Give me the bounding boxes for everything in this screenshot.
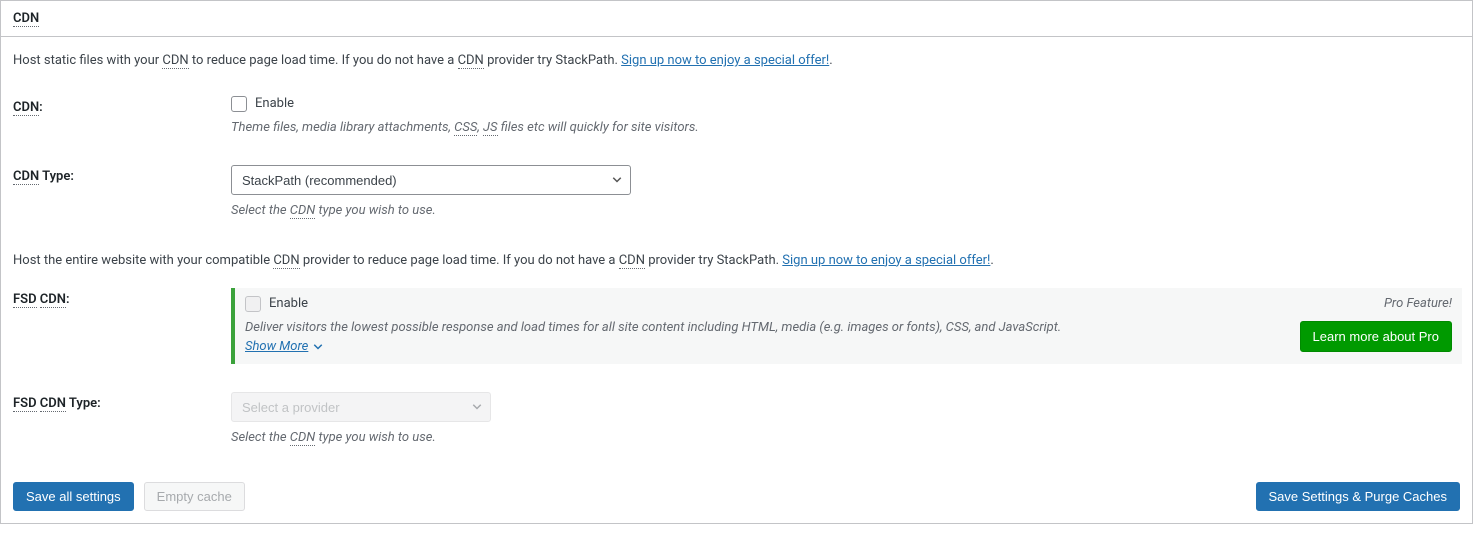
show-more-link[interactable]: Show More	[245, 339, 324, 354]
cdn-type-label: CDN Type:	[11, 165, 231, 184]
cdn-abbr: CDN	[13, 11, 39, 27]
cdn-help: Theme files, media library attachments, …	[231, 118, 1462, 138]
save-purge-button[interactable]: Save Settings & Purge Caches	[1256, 482, 1461, 511]
cdn-enable-checkbox[interactable]	[231, 96, 247, 112]
cdn-type-select[interactable]: StackPath (recommended)	[231, 165, 631, 195]
fsd-enable-label: Enable	[269, 296, 308, 311]
row-fsd-cdn-type: FSD CDN Type: Select a provider Select t…	[11, 378, 1462, 462]
cdn-type-help: Select the CDN type you wish to use.	[231, 201, 1462, 221]
learn-more-pro-button[interactable]: Learn more about Pro	[1300, 321, 1452, 352]
cdn-settings-panel: CDN Host static files with your CDN to r…	[0, 0, 1473, 524]
fsd-help: Deliver visitors the lowest possible res…	[245, 318, 1276, 338]
chevron-down-icon	[312, 341, 324, 353]
fsd-cdn-label: FSD CDN:	[11, 288, 231, 307]
intro-text-1: Host static files with your CDN to reduc…	[11, 47, 1462, 82]
cdn-label: CDN:	[11, 96, 231, 115]
row-cdn-enable: CDN: Enable Theme files, media library a…	[11, 82, 1462, 152]
signup-link-2[interactable]: Sign up now to enjoy a special offer!	[782, 253, 990, 268]
pro-feature-box: Enable Deliver visitors the lowest possi…	[231, 288, 1462, 365]
pro-feature-badge: Pro Feature!	[1292, 296, 1452, 311]
panel-body: Host static files with your CDN to reduc…	[1, 37, 1472, 523]
cdn-abbr: CDN	[619, 253, 645, 269]
signup-link[interactable]: Sign up now to enjoy a special offer!	[621, 53, 829, 68]
fsd-cdn-type-help: Select the CDN type you wish to use.	[231, 428, 1462, 448]
empty-cache-button: Empty cache	[144, 482, 245, 511]
cdn-abbr: CDN	[458, 53, 484, 69]
footer: Save all settings Empty cache Save Setti…	[11, 462, 1462, 515]
row-fsd-cdn: FSD CDN: Enable Deliver visitors the low…	[11, 274, 1462, 379]
fsd-cdn-type-label: FSD CDN Type:	[11, 392, 231, 411]
row-cdn-type: CDN Type: StackPath (recommended) Select…	[11, 151, 1462, 235]
panel-header: CDN	[1, 1, 1472, 37]
panel-title: CDN	[13, 11, 39, 27]
save-all-button[interactable]: Save all settings	[13, 482, 134, 511]
cdn-abbr: CDN	[273, 253, 299, 269]
fsd-cdn-type-select: Select a provider	[231, 392, 491, 422]
cdn-enable-label: Enable	[255, 96, 294, 111]
fsd-enable-checkbox	[245, 296, 261, 312]
cdn-abbr: CDN	[162, 53, 188, 69]
intro-text-2: Host the entire website with your compat…	[11, 235, 1462, 274]
